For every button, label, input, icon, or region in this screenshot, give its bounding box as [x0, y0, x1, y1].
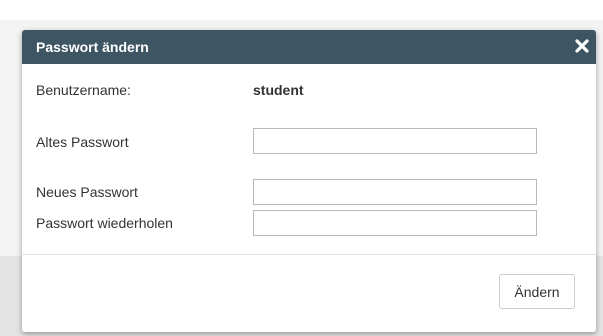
change-password-button[interactable]: Ändern — [499, 274, 575, 309]
footer-divider — [22, 254, 596, 255]
username-label: Benutzername: — [36, 82, 131, 98]
dialog-title: Passwort ändern — [36, 39, 149, 55]
new-password-label: Neues Passwort — [36, 184, 138, 200]
old-password-label: Altes Passwort — [36, 134, 129, 150]
old-password-field[interactable] — [253, 128, 537, 154]
change-password-dialog: Passwort ändern Benutzername: student Al… — [22, 30, 596, 332]
repeat-password-field[interactable] — [253, 210, 537, 236]
new-password-field[interactable] — [253, 179, 537, 205]
dialog-titlebar: Passwort ändern — [22, 30, 596, 64]
page-background-top — [0, 0, 603, 20]
close-icon[interactable] — [572, 36, 592, 56]
repeat-password-label: Passwort wiederholen — [36, 215, 173, 231]
username-value: student — [253, 82, 304, 98]
